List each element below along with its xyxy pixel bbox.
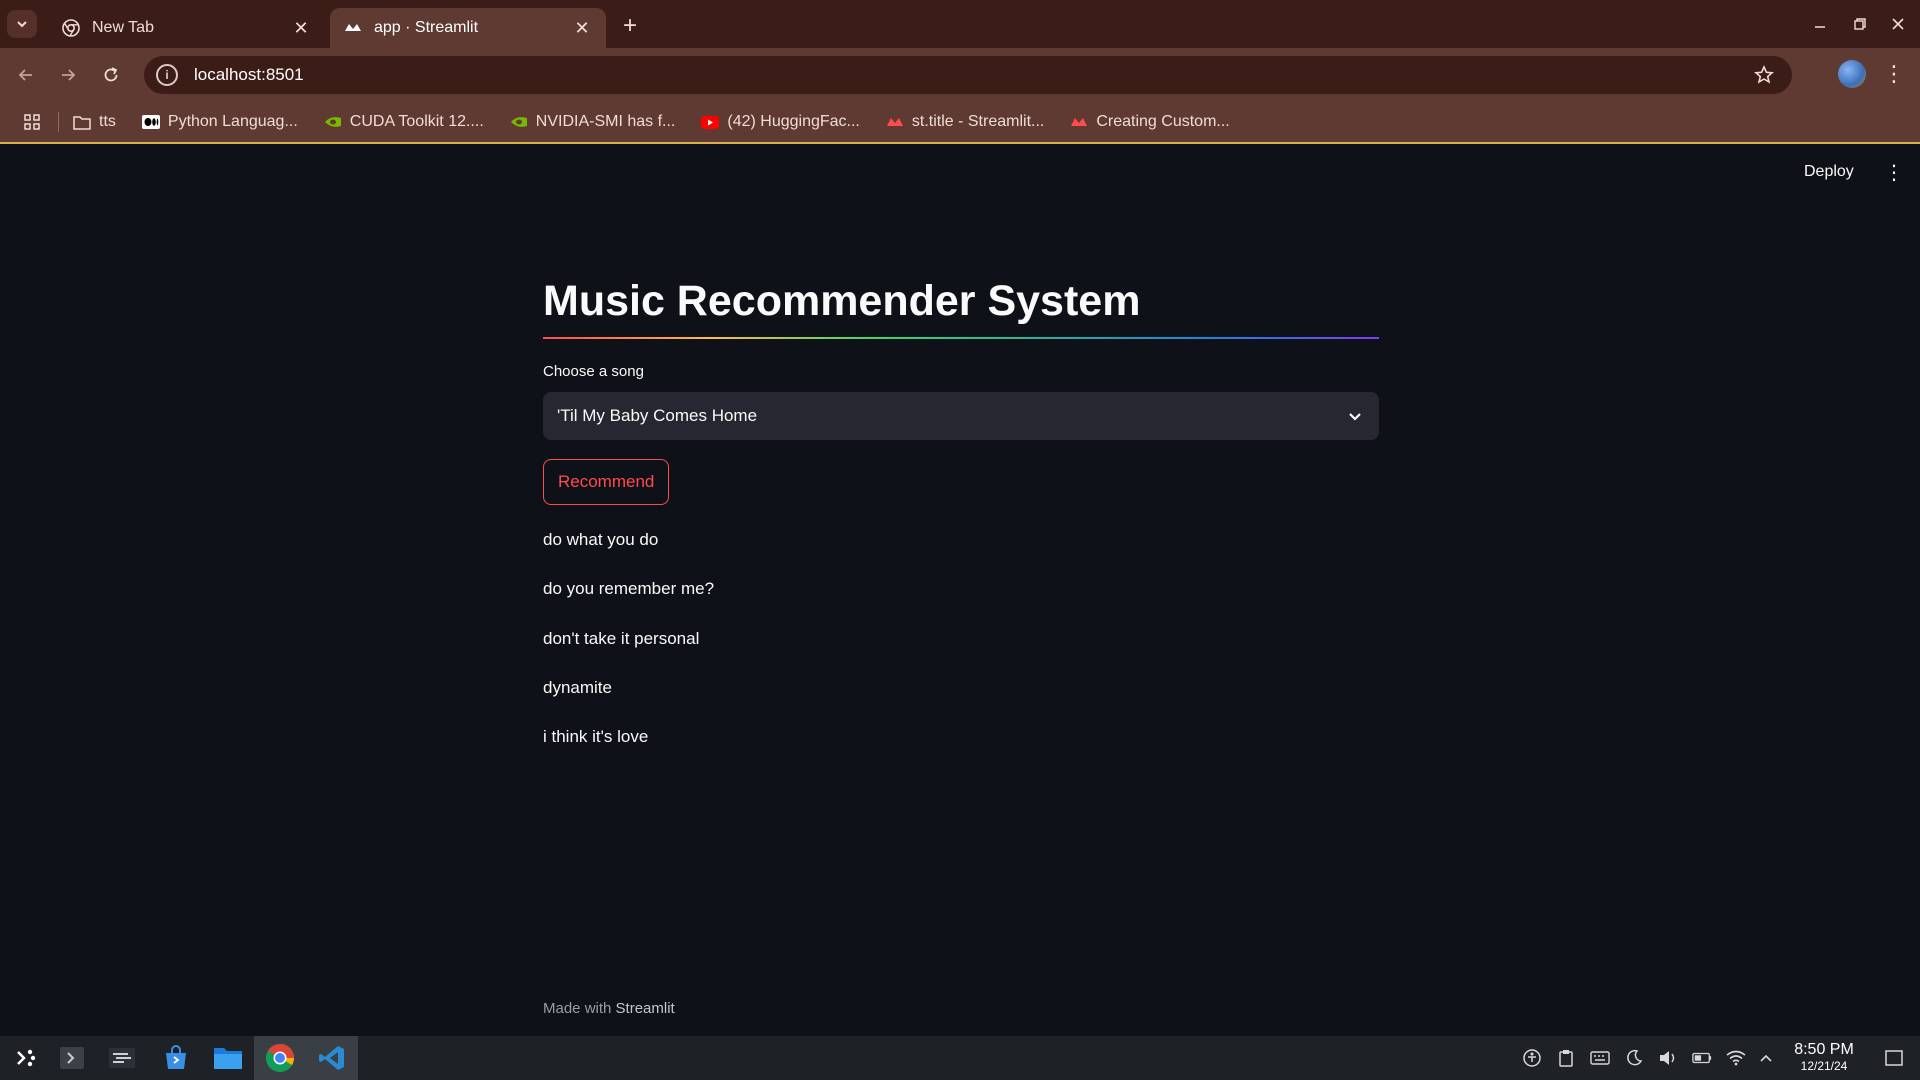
- list-item: don't take it personal: [543, 628, 700, 648]
- bookmark-creating-custom[interactable]: Creating Custom...: [1070, 113, 1230, 131]
- bookmark-cuda-toolkit[interactable]: CUDA Toolkit 12....: [324, 113, 484, 131]
- recommend-button[interactable]: Recommend: [543, 459, 670, 505]
- list-item: dynamite: [543, 677, 612, 697]
- minimize-icon[interactable]: [1806, 10, 1834, 38]
- browser-menu-icon[interactable]: ⋮: [1880, 60, 1908, 88]
- medium-icon: [141, 113, 160, 131]
- night-mode-icon[interactable]: [1624, 1048, 1644, 1068]
- selected-song: 'Til My Baby Comes Home: [557, 406, 758, 425]
- folder-icon: [73, 113, 91, 131]
- accessibility-icon[interactable]: [1522, 1048, 1542, 1068]
- bookmark-label: NVIDIA-SMI has f...: [535, 113, 676, 130]
- browser-toolbar: i localhost:8501 ⋮: [0, 48, 1920, 102]
- song-selectbox[interactable]: 'Til My Baby Comes Home: [543, 392, 1379, 440]
- chevron-down-icon: [17, 21, 27, 28]
- youtube-icon: [701, 113, 720, 131]
- bookmark-label: Creating Custom...: [1096, 113, 1230, 130]
- page-title: Music Recommender System: [543, 277, 1141, 325]
- clipboard-icon[interactable]: [1556, 1048, 1576, 1068]
- address-bar[interactable]: i localhost:8501: [144, 56, 1792, 94]
- bookmarks-bar: tts Python Languag... CUDA Toolkit 12...…: [0, 102, 1920, 144]
- forward-icon[interactable]: [54, 61, 82, 89]
- close-tab-icon[interactable]: ✕: [291, 18, 311, 38]
- bookmark-label: st.title - Streamlit...: [911, 113, 1045, 130]
- nvidia-icon: [324, 113, 342, 131]
- streamlit-icon: [886, 113, 904, 131]
- site-info-icon[interactable]: i: [156, 64, 178, 86]
- bookmark-label: tts: [99, 113, 116, 130]
- tab-title: New Tab: [92, 19, 154, 36]
- list-item: do what you do: [543, 530, 659, 549]
- volume-icon[interactable]: [1658, 1048, 1678, 1068]
- chevron-up-icon[interactable]: [1756, 1048, 1776, 1068]
- bookmark-tts[interactable]: tts: [73, 113, 116, 131]
- streamlit-icon: [344, 19, 362, 37]
- deploy-button[interactable]: Deploy: [1798, 159, 1860, 185]
- bookmark-label: CUDA Toolkit 12....: [349, 113, 484, 130]
- chrome-taskbar-icon[interactable]: [254, 1036, 306, 1080]
- recommendation-list: do what you do do you remember me? don't…: [543, 530, 714, 776]
- settings-panel-icon[interactable]: [96, 1036, 148, 1080]
- app-menu-icon[interactable]: ⋮: [1882, 160, 1906, 184]
- streamlit-app: Deploy ⋮ Music Recommender System Choose…: [0, 146, 1920, 1036]
- footer-streamlit-link[interactable]: Streamlit: [616, 1000, 675, 1017]
- file-manager-icon[interactable]: [202, 1036, 254, 1080]
- start-menu-icon[interactable]: [0, 1036, 52, 1080]
- restore-icon[interactable]: [1846, 10, 1874, 38]
- chevron-down-icon[interactable]: [1345, 406, 1365, 426]
- bookmark-label: Python Languag...: [167, 113, 298, 130]
- url-text: localhost:8501: [194, 65, 304, 84]
- system-clock[interactable]: 8:50 PM 12/21/24: [1790, 1041, 1858, 1073]
- title-divider: [543, 337, 1379, 339]
- taskbar: 8:50 PM 12/21/24: [0, 1036, 1920, 1080]
- notifications-icon[interactable]: [1884, 1048, 1904, 1068]
- list-item: i think it's love: [543, 727, 649, 747]
- chrome-icon: [62, 19, 80, 37]
- song-select-label: Choose a song: [543, 363, 644, 380]
- close-tab-icon[interactable]: ✕: [572, 18, 592, 38]
- bookmark-st-title[interactable]: st.title - Streamlit...: [886, 113, 1044, 131]
- bookmark-label: (42) HuggingFac...: [727, 113, 860, 130]
- bookmark-star-icon[interactable]: [1752, 63, 1776, 87]
- clock-time: 8:50 PM: [1794, 1041, 1854, 1058]
- footer-prefix: Made with: [543, 1000, 612, 1017]
- tab-streamlit-app[interactable]: app · Streamlit ✕: [330, 8, 606, 48]
- tab-new-tab[interactable]: New Tab ✕: [48, 8, 325, 48]
- vscode-icon[interactable]: [306, 1036, 358, 1080]
- footer: Made with Streamlit: [543, 1000, 675, 1017]
- terminal-icon[interactable]: [46, 1036, 98, 1080]
- bookmark-python-language[interactable]: Python Languag...: [141, 113, 298, 131]
- close-window-icon[interactable]: [1884, 10, 1912, 38]
- store-icon[interactable]: [150, 1036, 202, 1080]
- apps-grid-icon[interactable]: [20, 110, 44, 134]
- streamlit-icon: [1070, 113, 1088, 131]
- profile-avatar[interactable]: [1838, 60, 1866, 88]
- bookmark-nvidia-smi[interactable]: NVIDIA-SMI has f...: [510, 113, 676, 131]
- wifi-icon[interactable]: [1726, 1048, 1746, 1068]
- tab-strip: New Tab ✕ app · Streamlit ✕ +: [0, 0, 1920, 48]
- bookmarks-divider: [58, 112, 59, 132]
- tab-search-button[interactable]: [7, 10, 37, 38]
- back-icon[interactable]: [12, 61, 40, 89]
- bookmark-huggingface-youtube[interactable]: (42) HuggingFac...: [701, 113, 860, 131]
- keyboard-icon[interactable]: [1590, 1048, 1610, 1068]
- clock-date: 12/21/24: [1800, 1059, 1848, 1073]
- new-tab-button[interactable]: +: [616, 12, 644, 40]
- tab-title: app · Streamlit: [374, 19, 479, 36]
- nvidia-icon: [510, 113, 528, 131]
- list-item: do you remember me?: [543, 579, 715, 599]
- reload-icon[interactable]: [97, 61, 125, 89]
- battery-icon[interactable]: [1692, 1048, 1712, 1068]
